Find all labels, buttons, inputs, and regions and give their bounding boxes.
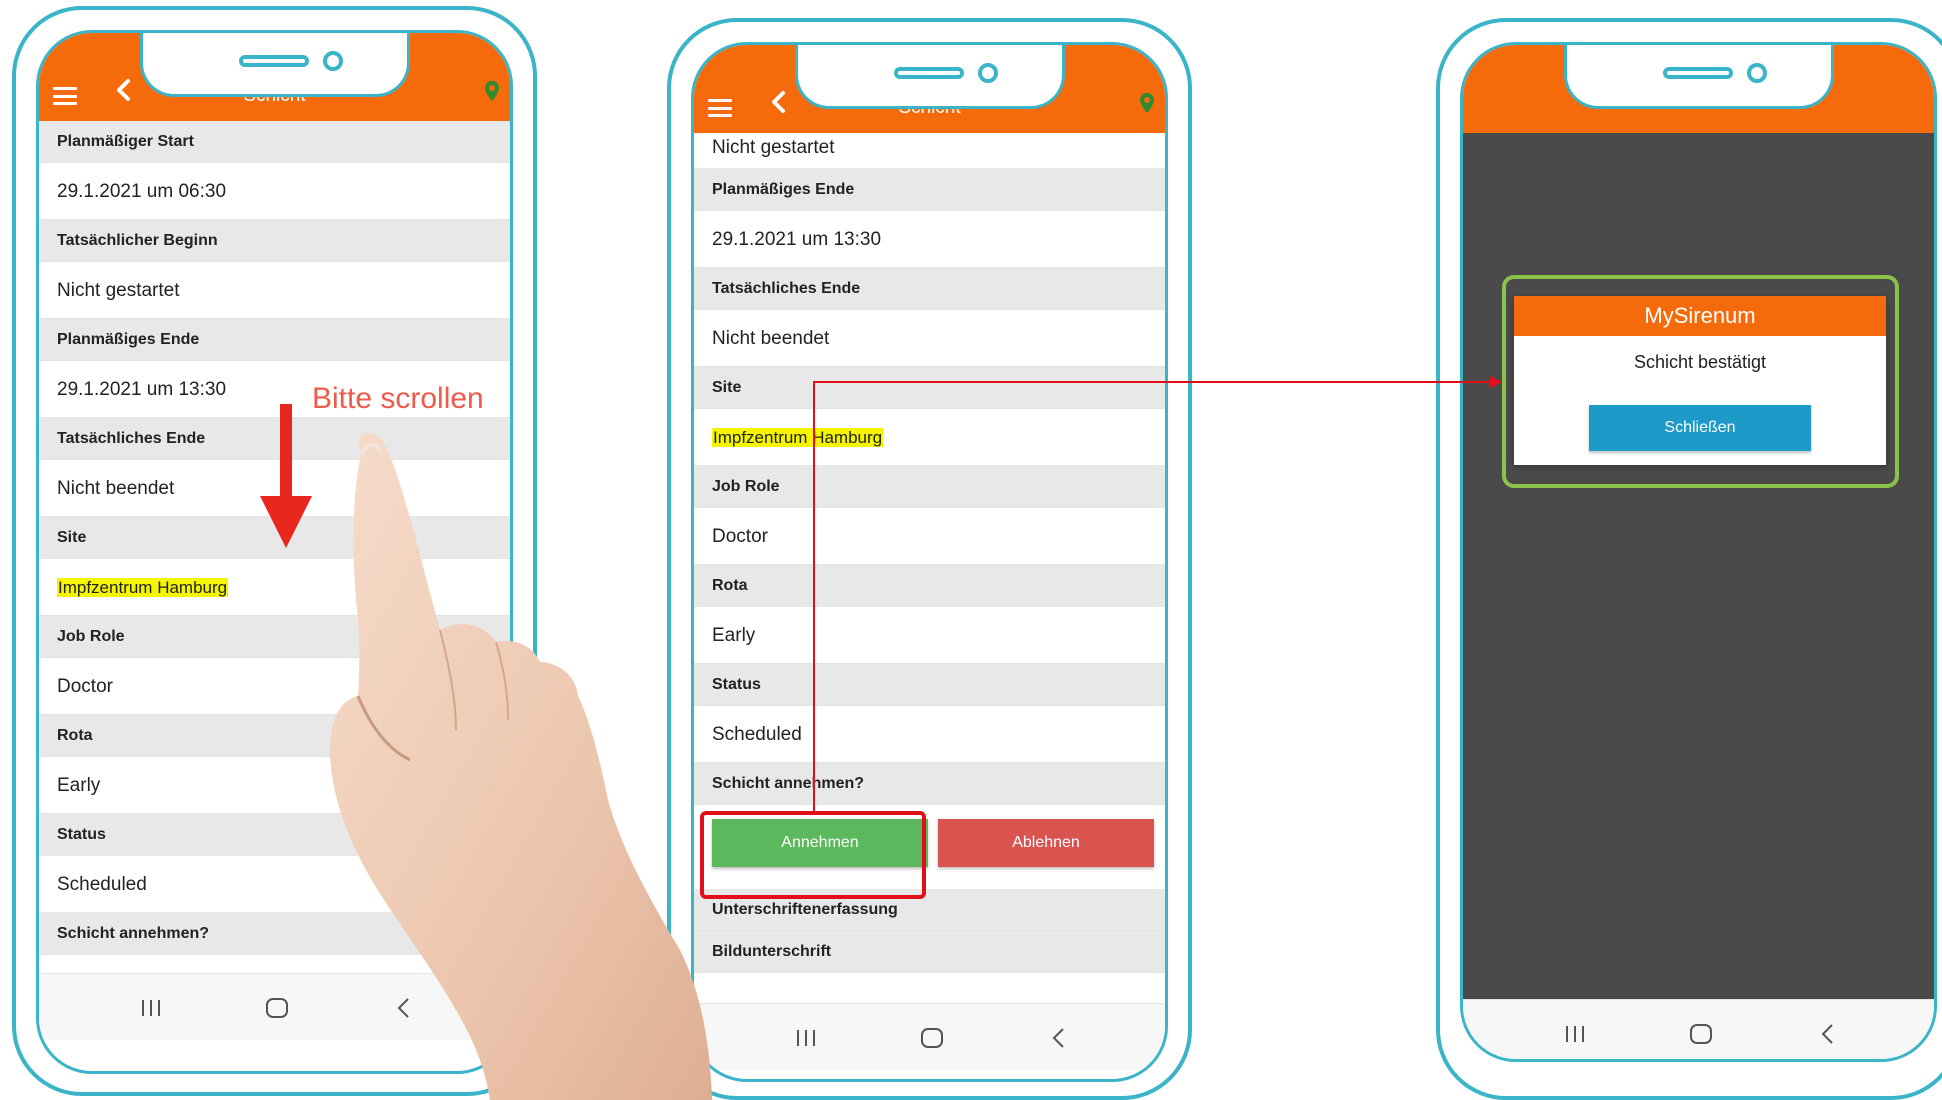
scroll-hint-label: Bitte scrollen bbox=[312, 382, 484, 415]
dialog-title: MySirenum bbox=[1514, 296, 1886, 336]
scroll-down-arrow bbox=[260, 404, 312, 548]
confirmation-dialog: MySirenum Schicht bestätigt Schließen bbox=[1514, 296, 1886, 465]
dialog-close-button[interactable]: Schließen bbox=[1589, 405, 1811, 451]
dialog-message: Schicht bestätigt bbox=[1633, 352, 1767, 372]
